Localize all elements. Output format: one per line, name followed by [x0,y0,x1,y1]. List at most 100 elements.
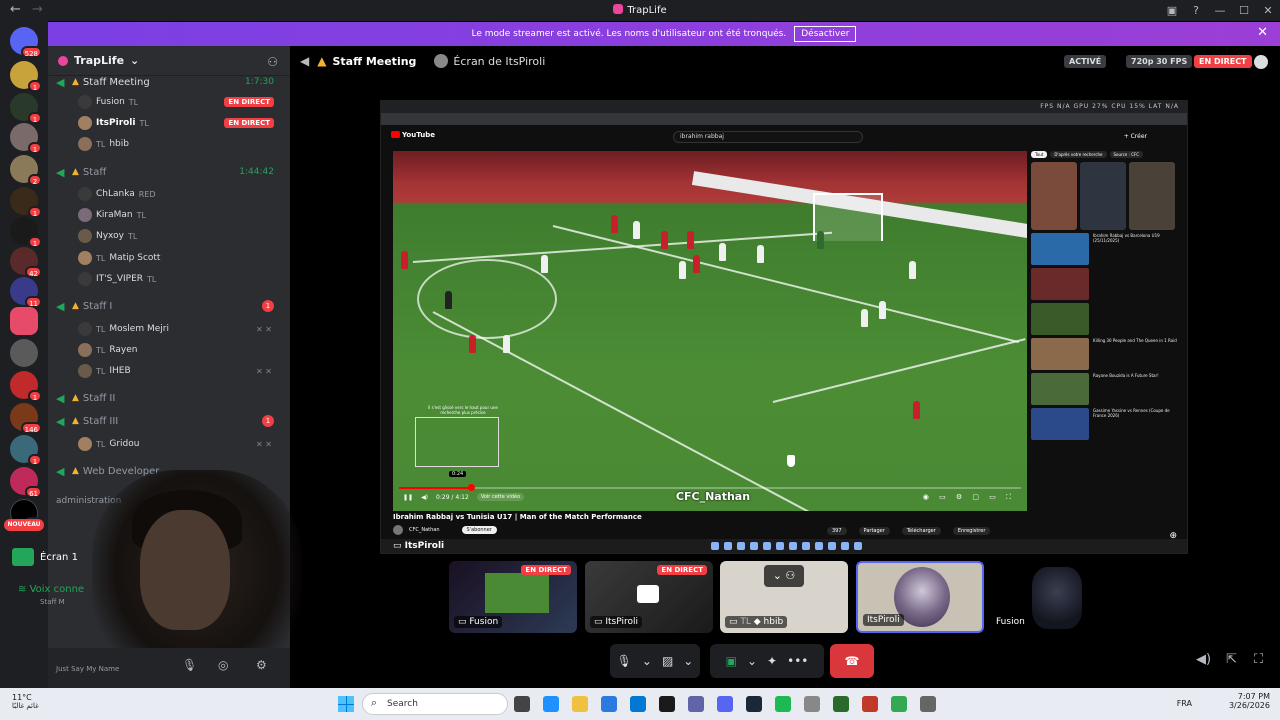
settings-gear-icon[interactable]: ⚙ [256,658,267,672]
chevron-down-icon[interactable]: ⌄ [642,654,652,668]
weather-widget[interactable]: 11°C غائم غالبًا [12,693,39,710]
disconnect-button[interactable]: ☎ [830,644,874,678]
chevron-down-icon[interactable]: ⌄ [747,654,757,668]
create-button: + Créer [1123,133,1147,140]
server-icon[interactable]: 61 [10,467,42,498]
server-header[interactable]: TrapLife ⌄ ⚇ [48,46,290,76]
server-icon[interactable] [10,339,38,367]
channel-title: Staff Meeting [332,54,417,68]
voice-user[interactable]: TL Rayen [78,341,282,359]
microphone-icon[interactable]: 🎙 [182,658,197,672]
app-icon[interactable] [659,696,675,712]
voice-user[interactable]: TL Matip Scott [78,249,282,267]
voice-user[interactable]: Fusion TL EN DIRECT [78,93,282,111]
maximize-icon[interactable]: ☐ [1232,4,1256,17]
microphone-icon[interactable]: 🎙 [617,654,632,668]
voice-user[interactable]: TL Gridou ✕ ✕ [78,435,282,453]
task-view-icon[interactable] [514,696,530,712]
edge-icon[interactable] [543,696,559,712]
popout-icon[interactable]: ⇱ [1226,652,1237,667]
participant-tile-hbib[interactable]: ⌄ ⚇ ▭ TL ◆ hbib [720,561,848,633]
stream-view[interactable]: FPS N/A GPU 27% CPU 15% LAT N/A YouTube … [380,100,1188,554]
participant-tile-fusion[interactable]: EN DIRECT ▭ Fusion [449,561,577,633]
server-icon[interactable]: 1 [10,61,42,92]
minimize-icon[interactable]: — [1208,4,1232,17]
participant-tile-itspiroli-stream[interactable]: EN DIRECT ▭ ItsPiroli [585,561,713,633]
chrome-icon[interactable] [891,696,907,712]
player [401,251,408,269]
participant-tile-fusion-camera[interactable]: Fusion [992,561,1096,633]
video-title: Ibrahim Rabbaj vs Tunisia U17 | Man of t… [393,513,642,521]
quality-chip[interactable]: 720p 30 FPS [1126,55,1193,68]
headphones-icon[interactable]: ◎ [218,658,228,672]
screen-share-status[interactable]: Écran 1 [12,548,78,566]
terminal-icon[interactable] [833,696,849,712]
volume-icon[interactable]: ◀) [1196,652,1211,667]
direct-messages-icon[interactable]: 528 [10,27,42,58]
steam-icon[interactable] [746,696,762,712]
mail-icon[interactable] [601,696,617,712]
close-window-icon[interactable]: ✕ [1256,4,1280,17]
voice-user[interactable]: ChLanka RED [78,185,282,203]
taskbar-search-input[interactable]: Search [362,693,508,715]
disable-streamer-button[interactable]: Désactiver [794,26,857,42]
server-icon[interactable]: 11 [10,277,42,308]
live-chip: EN DIRECT [1194,55,1252,68]
voice-channel-staff-meeting[interactable]: ◀ ▲ Staff Meeting 1:7:30 [56,73,282,91]
activities-icon[interactable]: ✦ [767,654,777,668]
windows-start-icon[interactable] [338,696,354,712]
invite-icon[interactable]: ⚇ [267,55,278,69]
more-options-icon[interactable]: ••• [787,654,808,668]
voice-channel-staff-ii[interactable]: ◀ ▲ Staff II [56,389,282,407]
voice-channel-staff-iii[interactable]: ◀ ▲ Staff III 1 [56,412,282,430]
server-icon[interactable]: 1 [10,187,42,218]
window-controls: ▣ ? — ☐ ✕ [1160,0,1280,21]
server-icon[interactable]: 42 [10,247,42,278]
voice-user[interactable]: TL IHEB ✕ ✕ [78,362,282,380]
zoom-icon[interactable]: ⊕ [1169,531,1177,541]
user-name: IHEB [109,366,131,376]
server-icon[interactable]: 1 [10,217,42,248]
add-friend-icon[interactable]: ⌄ ⚇ [764,565,804,587]
teams-icon[interactable] [688,696,704,712]
voice-user[interactable]: IT'S_VIPER TL [78,270,282,288]
help-icon[interactable]: ? [1184,4,1208,17]
camera-off-icon[interactable]: ▨ [662,654,673,668]
pitch-arc [417,259,557,339]
voice-user[interactable]: ItsPiroli TL EN DIRECT [78,114,282,132]
inbox-icon[interactable]: ▣ [1160,4,1184,17]
voice-channel-staff-i[interactable]: ◀ ▲ Staff I 1 [56,297,282,315]
input-language[interactable]: FRA [1177,699,1192,708]
close-icon[interactable]: ✕ [1257,25,1268,40]
store-icon[interactable] [630,696,646,712]
server-icon[interactable]: 2 [10,155,42,186]
system-tray[interactable]: FRA 7:07 PM 3/26/2026 [1177,692,1270,710]
server-icon[interactable]: 1 [10,435,42,466]
voice-user[interactable]: KiraMan TL [78,206,282,224]
server-icon[interactable]: 1 [10,371,42,402]
file-explorer-icon[interactable] [572,696,588,712]
spotify-icon[interactable] [775,696,791,712]
streamed-taskbar-icons [711,542,862,550]
voice-user[interactable]: TL hbib [78,135,282,153]
bell-icon: ▲ [317,54,327,68]
app-icon[interactable] [804,696,820,712]
chevron-down-icon[interactable]: ⌄ [683,654,693,668]
recommendation-title: Rayane Bouzida is A Future Star! [1093,373,1159,378]
voice-user[interactable]: TL Moslem Mejri ✕ ✕ [78,320,282,338]
server-icon[interactable]: 146 [10,403,42,434]
server-icon[interactable]: 1 [10,123,42,154]
screen-share-icon[interactable]: ▣ [726,654,737,668]
participant-tile-itspiroli[interactable]: ItsPiroli [856,561,984,633]
server-icon[interactable]: 1 [10,93,42,124]
discord-icon[interactable] [717,696,733,712]
volume-icon: ◀) [421,493,429,501]
voice-user[interactable]: Nyxoy TL [78,227,282,245]
chat-icon[interactable] [1254,55,1268,69]
youtube-logo-icon: YouTube [391,131,435,139]
fullscreen-icon[interactable]: ⛶ [1254,652,1263,667]
valorant-server-icon[interactable] [10,307,38,335]
voice-channel-staff[interactable]: ◀ ▲ Staff 1:44:42 [56,163,282,181]
app-icon[interactable] [862,696,878,712]
settings-icon[interactable] [920,696,936,712]
